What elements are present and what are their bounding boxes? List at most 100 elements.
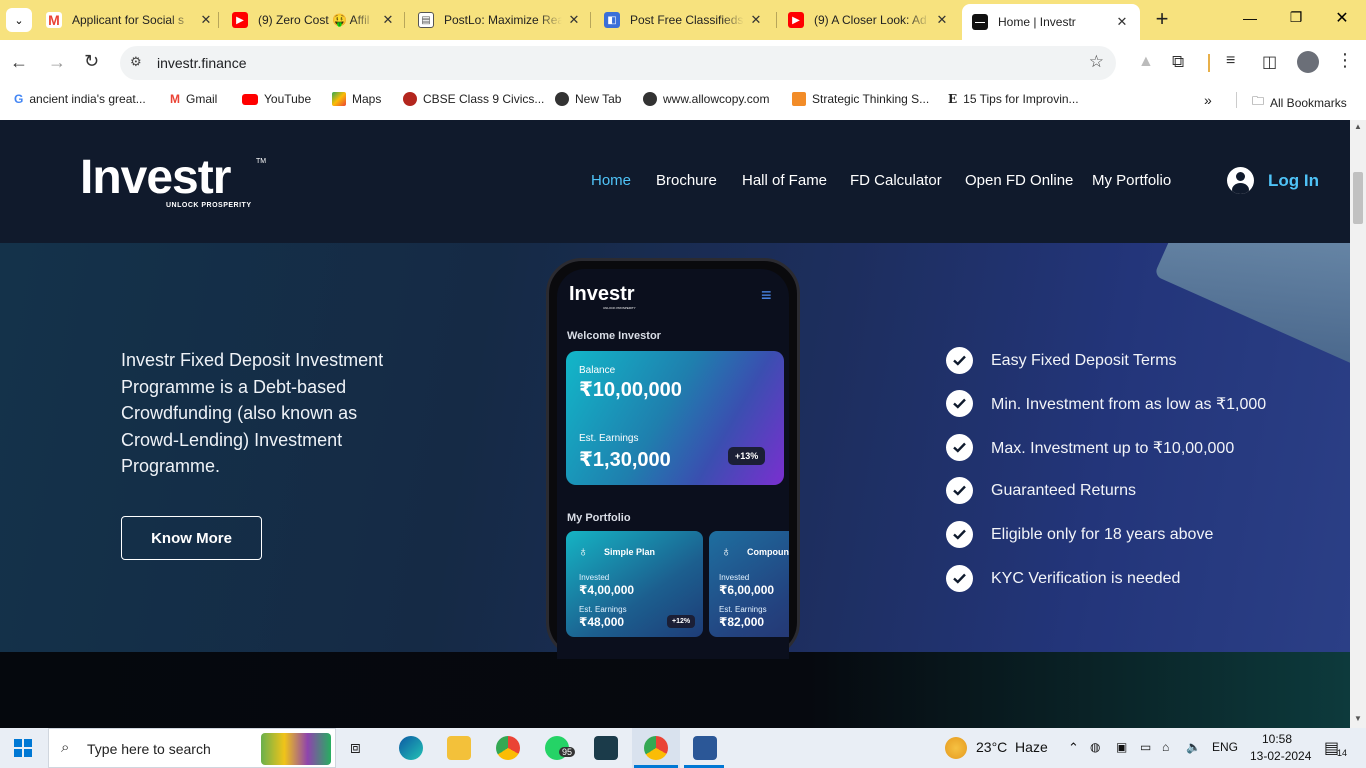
chrome-menu-icon[interactable]: ⋮ bbox=[1336, 50, 1354, 71]
bookmark-strategic-thinking[interactable]: Strategic Thinking S... bbox=[792, 92, 929, 106]
checkmark-icon bbox=[946, 565, 973, 592]
login-label: Log In bbox=[1268, 170, 1319, 190]
volume-icon[interactable]: 🔈 bbox=[1186, 740, 1201, 754]
scroll-up-arrow-icon[interactable]: ▲ bbox=[1354, 122, 1362, 131]
extensions-puzzle-icon[interactable]: ⧉ bbox=[1172, 52, 1184, 72]
edge-icon[interactable] bbox=[399, 736, 423, 760]
windows-taskbar: ⌕ Type here to search ⧈ 95 23°C Haze ⌃ ◍… bbox=[0, 728, 1366, 768]
bookmark-cbse[interactable]: CBSE Class 9 Civics... bbox=[403, 92, 544, 106]
tray-chevron-up-icon[interactable]: ⌃ bbox=[1068, 740, 1079, 756]
s-icon bbox=[792, 92, 806, 106]
tab-separator bbox=[218, 12, 219, 28]
checkmark-icon bbox=[946, 521, 973, 548]
bookmark-maps[interactable]: Maps bbox=[332, 92, 381, 106]
bookmark-youtube[interactable]: YouTube bbox=[242, 92, 311, 106]
language-indicator[interactable]: ENG bbox=[1212, 740, 1238, 754]
nav-open-fd-online[interactable]: Open FD Online bbox=[965, 172, 1073, 189]
browser-tab-postlo[interactable]: ▤ PostLo: Maximize Rea ✕ bbox=[418, 6, 582, 34]
site-logo[interactable]: Investr TM UNLOCK PROSPERITY bbox=[80, 150, 266, 209]
address-bar[interactable]: ⚙ investr.finance ☆ bbox=[120, 46, 1116, 80]
network-icon[interactable]: ⌂ bbox=[1162, 740, 1169, 754]
close-icon[interactable]: ✕ bbox=[748, 12, 764, 28]
know-more-button[interactable]: Know More bbox=[121, 516, 262, 560]
browser-tab-youtube-1[interactable]: ▶ (9) Zero Cost 🤑 Affil ✕ bbox=[232, 6, 396, 34]
google-icon: G bbox=[14, 92, 24, 106]
app-icon[interactable] bbox=[594, 736, 618, 760]
plan-earn-value: ₹48,000 bbox=[579, 615, 625, 629]
nav-my-portfolio[interactable]: My Portfolio bbox=[1092, 172, 1171, 189]
restore-button[interactable]: ❐ bbox=[1284, 9, 1308, 29]
back-arrow-icon: ← bbox=[10, 52, 28, 72]
feature-item: Eligible only for 18 years above bbox=[946, 521, 1213, 548]
plan-invested-label: Invested bbox=[579, 573, 610, 582]
chrome-icon[interactable] bbox=[496, 736, 520, 760]
bookmark-star-icon[interactable]: ☆ bbox=[1089, 52, 1104, 72]
bookmark-ancient-india[interactable]: G ancient india's great... bbox=[14, 92, 146, 106]
browser-tab-gmail[interactable]: M Applicant for Social s ✕ bbox=[46, 6, 214, 34]
start-button[interactable] bbox=[14, 739, 32, 757]
reload-button[interactable]: ↻ bbox=[84, 51, 99, 72]
clock-date[interactable]: 13-02-2024 bbox=[1250, 749, 1311, 763]
close-icon[interactable]: ✕ bbox=[566, 12, 582, 28]
tab-separator bbox=[404, 12, 405, 28]
side-panel-icon[interactable]: ◫ bbox=[1262, 52, 1277, 72]
nav-home[interactable]: Home bbox=[591, 172, 631, 189]
word-icon[interactable] bbox=[693, 736, 717, 760]
close-window-button[interactable]: ✕ bbox=[1330, 8, 1354, 28]
extension-a-icon[interactable]: ▲ bbox=[1138, 53, 1154, 71]
browser-tab-classifieds[interactable]: ◧ Post Free Classifieds ✕ bbox=[604, 6, 764, 34]
new-tab-button[interactable]: + bbox=[1150, 8, 1174, 32]
scrollbar-thumb[interactable] bbox=[1353, 172, 1363, 224]
tray-app-icon[interactable]: ◍ bbox=[1090, 740, 1100, 754]
search-highlight-image bbox=[261, 733, 331, 765]
nav-fd-calculator[interactable]: FD Calculator bbox=[850, 172, 942, 189]
checkmark-icon bbox=[946, 477, 973, 504]
browser-tab-youtube-2[interactable]: ▶ (9) A Closer Look: Ad ✕ bbox=[788, 6, 950, 34]
weather-icon[interactable] bbox=[945, 737, 967, 759]
nav-brochure[interactable]: Brochure bbox=[656, 172, 717, 189]
web-page: Investr TM UNLOCK PROSPERITY Home Brochu… bbox=[0, 120, 1350, 728]
page-scrollbar[interactable]: ▲ ▼ bbox=[1350, 120, 1366, 728]
nav-hall-of-fame[interactable]: Hall of Fame bbox=[742, 172, 827, 189]
tab-search-button[interactable]: ⌄ bbox=[6, 8, 32, 32]
task-view-icon[interactable]: ⧈ bbox=[350, 738, 361, 758]
scroll-down-arrow-icon[interactable]: ▼ bbox=[1354, 714, 1362, 723]
plan-card-simple: ♁ Simple Plan Invested ₹4,00,000 Est. Ea… bbox=[566, 531, 703, 637]
media-control-icon[interactable]: ≡ bbox=[1226, 52, 1235, 70]
minimize-button[interactable]: — bbox=[1238, 10, 1262, 30]
close-icon[interactable]: ✕ bbox=[934, 12, 950, 28]
tray-meet-icon[interactable]: ▣ bbox=[1116, 740, 1127, 754]
tab-separator bbox=[590, 12, 591, 28]
weather-text[interactable]: 23°C Haze bbox=[976, 739, 1048, 755]
close-icon[interactable]: ✕ bbox=[198, 12, 214, 28]
all-bookmarks-button[interactable]: 🗀 All Bookmarks bbox=[1252, 92, 1347, 113]
clock-time[interactable]: 10:58 bbox=[1262, 732, 1292, 746]
close-icon[interactable]: ✕ bbox=[1114, 14, 1130, 30]
browser-tab-investr-active[interactable]: — Home | Investr ✕ bbox=[962, 4, 1140, 40]
bookmark-15-tips[interactable]: E 15 Tips for Improvin... bbox=[948, 92, 1079, 106]
back-button[interactable]: ← bbox=[10, 52, 28, 73]
youtube-icon: ▶ bbox=[788, 12, 804, 28]
url-text[interactable]: investr.finance bbox=[157, 55, 247, 71]
classifieds-icon: ◧ bbox=[604, 12, 620, 28]
bookmark-gmail[interactable]: M Gmail bbox=[170, 92, 217, 106]
feature-item: Guaranteed Returns bbox=[946, 477, 1136, 504]
feature-item: Max. Investment up to ₹10,00,000 bbox=[946, 434, 1234, 461]
taskbar-search-box[interactable]: ⌕ Type here to search bbox=[48, 728, 336, 768]
earnings-value: ₹1,30,000 bbox=[579, 449, 671, 471]
battery-icon[interactable]: ▭ bbox=[1140, 740, 1151, 754]
close-icon[interactable]: ✕ bbox=[380, 12, 396, 28]
user-avatar-icon bbox=[1227, 167, 1254, 194]
bookmark-allowcopy[interactable]: www.allowcopy.com bbox=[643, 92, 769, 106]
login-button[interactable]: Log In bbox=[1227, 167, 1319, 194]
bookmark-new-tab[interactable]: New Tab bbox=[555, 92, 621, 106]
chrome-profile-icon[interactable] bbox=[644, 736, 668, 760]
bookmarks-overflow-button[interactable]: » bbox=[1204, 92, 1212, 108]
site-header: Investr TM UNLOCK PROSPERITY Home Brochu… bbox=[0, 120, 1350, 243]
file-explorer-icon[interactable] bbox=[447, 736, 471, 760]
profile-avatar[interactable] bbox=[1297, 51, 1319, 73]
forward-button[interactable]: → bbox=[48, 52, 66, 73]
balance-card: Balance ₹10,00,000 Est. Earnings ₹1,30,0… bbox=[566, 351, 784, 485]
earnings-pct-badge: +13% bbox=[728, 447, 766, 465]
site-info-icon[interactable]: ⚙ bbox=[130, 54, 142, 70]
